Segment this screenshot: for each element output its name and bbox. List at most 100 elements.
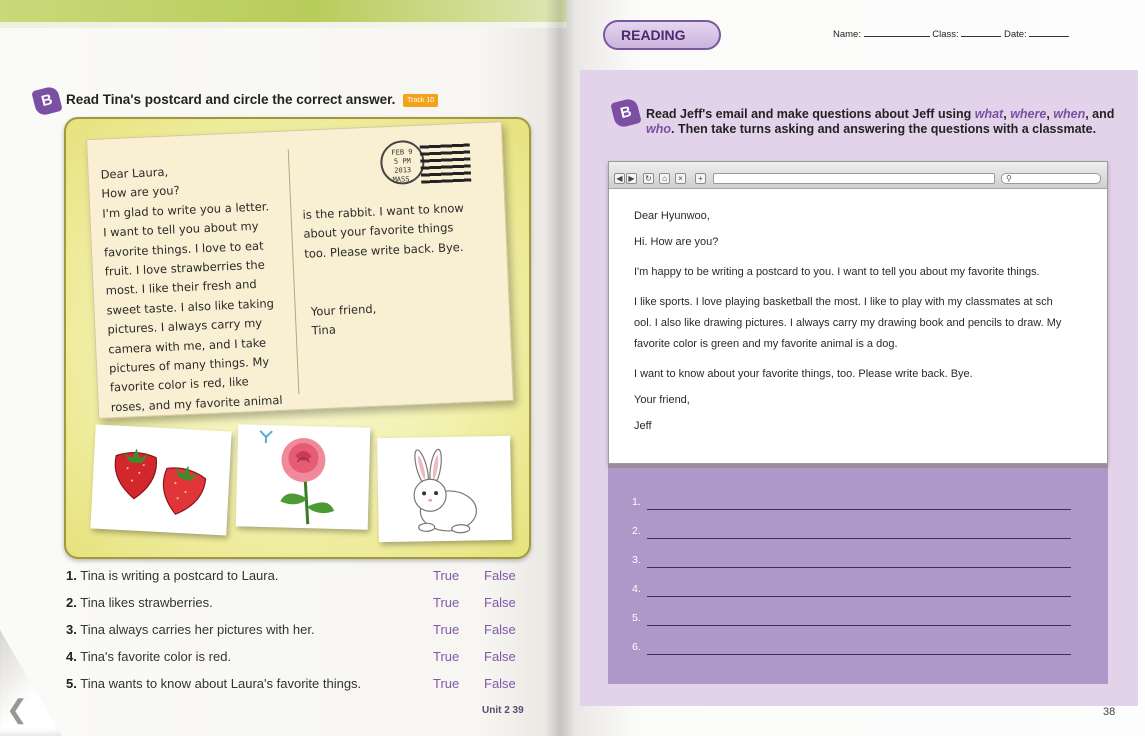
back-arrow-icon[interactable]: ❮ <box>6 694 28 725</box>
answer-line-1[interactable] <box>647 509 1071 510</box>
false-option[interactable]: False <box>484 622 516 637</box>
question-text: Tina always carries her pictures with he… <box>80 622 315 637</box>
student-info-fields: Name: Class: Date: <box>833 29 1070 40</box>
rabbit-icon <box>413 448 477 534</box>
question-number: 3. <box>66 622 77 637</box>
question-number: 2. <box>66 595 77 610</box>
address-bar[interactable] <box>713 173 995 184</box>
instruction-end: . Then take turns asking and answering t… <box>671 122 1097 136</box>
postcard-text-left: Dear Laura, How are you? I'm glad to wri… <box>100 164 283 415</box>
strawberries-icon <box>114 448 207 515</box>
false-option[interactable]: False <box>484 649 516 664</box>
email-line: ool. I also like drawing pictures. I alw… <box>634 317 1062 329</box>
email-line: I want to know about your favorite thing… <box>634 368 973 380</box>
true-option[interactable]: True <box>433 595 459 610</box>
search-icon: ⚲ <box>1006 174 1012 183</box>
answer-row: 4. <box>632 583 1082 597</box>
header-strip-shadow <box>0 22 567 28</box>
answer-line-2[interactable] <box>647 538 1071 539</box>
rabbit-photo <box>377 435 512 543</box>
browser-toolbar: ◀ ▶ ↻ ⌂ × + ⚲ <box>609 162 1107 189</box>
question-text: Tina wants to know about Laura's favorit… <box>80 676 362 691</box>
true-option[interactable]: True <box>433 622 459 637</box>
question-number: 4. <box>66 649 77 664</box>
green-header-strip <box>0 0 567 22</box>
answer-row: 3. <box>632 554 1082 568</box>
answer-lines-panel: 1. 2. 3. 4. 5. 6. <box>608 464 1108 684</box>
keyword-what: what <box>974 107 1004 121</box>
answer-number: 1. <box>632 496 641 508</box>
true-option[interactable]: True <box>433 568 459 583</box>
rose-icon <box>259 430 335 525</box>
false-option[interactable]: False <box>484 676 516 691</box>
right-page-number: 38 <box>1103 706 1116 718</box>
email-browser-window: ◀ ▶ ↻ ⌂ × + ⚲ Dear Hyunwoo, Hi. How are … <box>608 161 1108 464</box>
postmark-stamp: FEB 9 5 PM 2013 MASS. <box>379 139 426 186</box>
answer-number: 5. <box>632 612 641 624</box>
email-line: Hi. How are you? <box>634 236 719 248</box>
question-text: Tina's favorite color is red. <box>80 649 232 664</box>
question-row: 3. Tina always carries her pictures with… <box>66 622 526 649</box>
name-label: Name: <box>833 29 861 40</box>
audio-track-badge[interactable]: Track 10 <box>403 93 439 107</box>
search-input[interactable]: ⚲ <box>1001 173 1101 184</box>
answer-row: 2. <box>632 525 1082 539</box>
class-label: Class: <box>932 29 959 40</box>
name-field[interactable] <box>863 36 930 37</box>
forward-icon[interactable]: ▶ <box>626 173 637 184</box>
home-icon[interactable]: ⌂ <box>659 173 670 184</box>
email-signature: Jeff <box>634 420 652 432</box>
true-option[interactable]: True <box>433 649 459 664</box>
email-greeting: Dear Hyunwoo, <box>634 210 710 222</box>
question-text: Tina is writing a postcard to Laura. <box>80 568 279 583</box>
new-tab-icon[interactable]: + <box>695 173 706 184</box>
stop-icon[interactable]: × <box>675 173 686 184</box>
answer-row: 5. <box>632 612 1082 626</box>
postcard-text-right: is the rabbit. I want to know about your… <box>302 200 465 261</box>
answer-number: 6. <box>632 641 641 653</box>
answer-line-4[interactable] <box>647 596 1071 597</box>
question-row: 5. Tina wants to know about Laura's favo… <box>66 676 526 703</box>
postmark-lines <box>419 141 472 184</box>
book-gutter <box>545 0 575 736</box>
question-text: Tina likes strawberries. <box>80 595 213 610</box>
email-line: favorite color is green and my favorite … <box>634 338 898 350</box>
date-field[interactable] <box>1029 36 1070 37</box>
section-b-badge: B <box>31 85 63 117</box>
class-field[interactable] <box>961 36 1002 37</box>
question-row: 4. Tina's favorite color is red. True Fa… <box>66 649 526 676</box>
question-number: 1. <box>66 568 77 583</box>
answer-number: 4. <box>632 583 641 595</box>
postcard: Dear Laura, How are you? I'm glad to wri… <box>86 121 514 419</box>
question-row: 1. Tina is writing a postcard to Laura. … <box>66 568 526 595</box>
postcard-signoff: Your friend, Tina <box>310 301 377 338</box>
false-option[interactable]: False <box>484 595 516 610</box>
question-row: 2. Tina likes strawberries. True False <box>66 595 526 622</box>
strawberries-photo <box>90 424 232 536</box>
refresh-icon[interactable]: ↻ <box>643 173 654 184</box>
left-page: B Read Tina's postcard and circle the co… <box>0 0 567 736</box>
email-line: I like sports. I love playing basketball… <box>634 296 1053 308</box>
email-instruction: Read Jeff's email and make questions abo… <box>646 107 1116 137</box>
question-number: 5. <box>66 676 77 691</box>
answer-number: 2. <box>632 525 641 537</box>
keyword-where: where <box>1010 107 1047 121</box>
answer-line-6[interactable] <box>647 654 1071 655</box>
date-label: Date: <box>1003 29 1027 40</box>
answer-row: 6. <box>632 641 1082 655</box>
true-false-questions: 1. Tina is writing a postcard to Laura. … <box>66 568 526 703</box>
instruction-text: Read Tina's postcard and circle the corr… <box>66 92 396 107</box>
email-signoff: Your friend, <box>634 394 690 406</box>
right-page: READING Name: Class: Date: B Read Jeff's… <box>567 0 1145 736</box>
back-icon[interactable]: ◀ <box>614 173 625 184</box>
answer-row: 1. <box>632 496 1082 510</box>
keyword-when: when <box>1053 107 1086 121</box>
false-option[interactable]: False <box>484 568 516 583</box>
true-option[interactable]: True <box>433 676 459 691</box>
answer-number: 3. <box>632 554 641 566</box>
rose-photo <box>235 424 371 530</box>
answer-line-5[interactable] <box>647 625 1071 626</box>
postcard-instruction: Read Tina's postcard and circle the corr… <box>66 92 439 107</box>
answer-line-3[interactable] <box>647 567 1071 568</box>
email-body: Dear Hyunwoo, Hi. How are you? I'm happy… <box>634 206 1094 437</box>
